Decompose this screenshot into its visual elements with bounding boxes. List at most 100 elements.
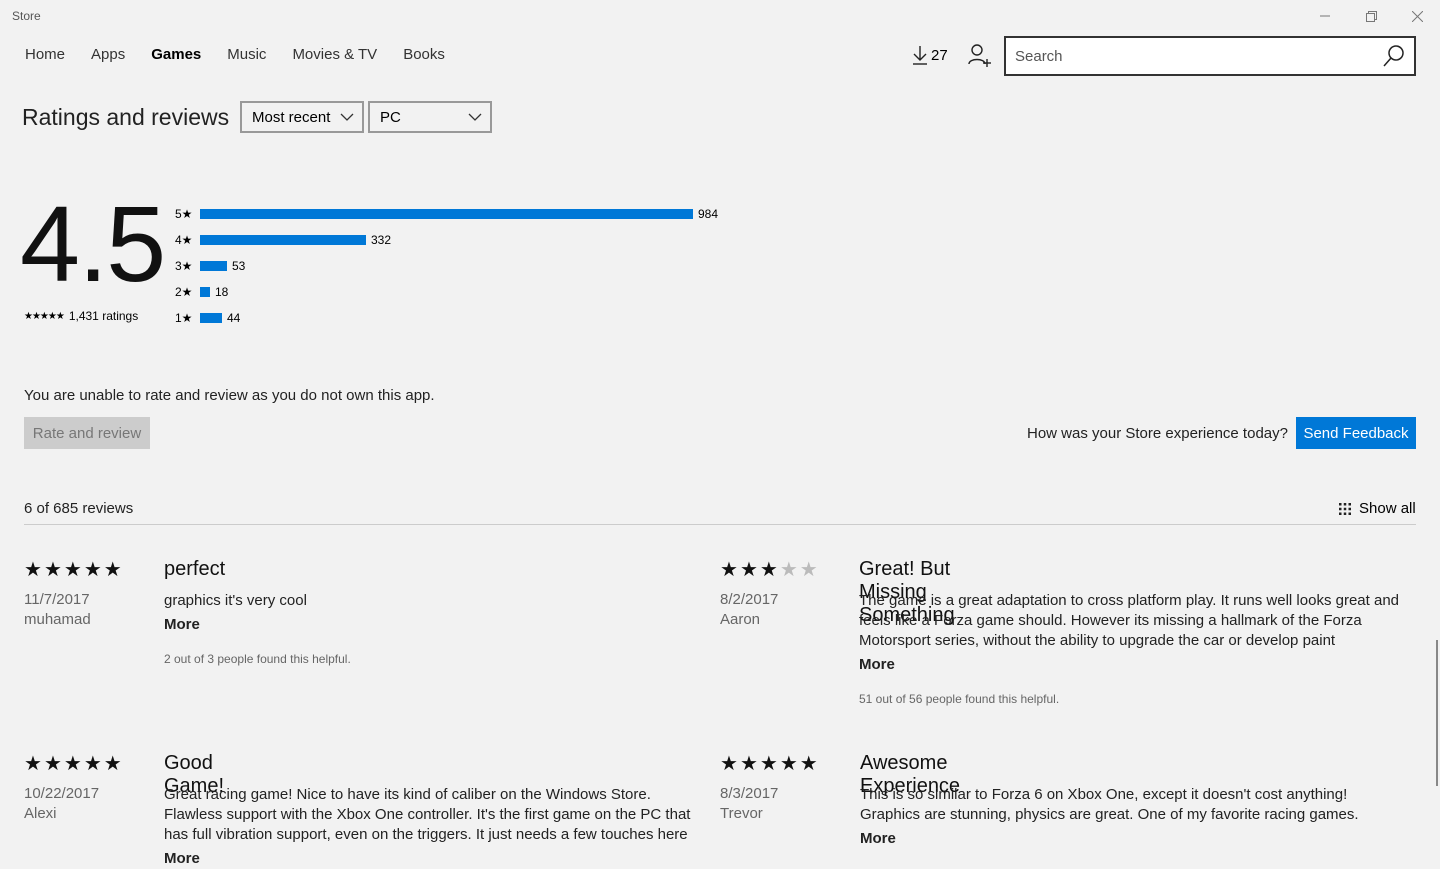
review-body: graphics it's very cool bbox=[164, 592, 307, 609]
star-filled-icon: ★ bbox=[63, 753, 84, 775]
rating-bar-label: 1★ bbox=[175, 311, 193, 325]
more-link[interactable]: More bbox=[860, 829, 1400, 849]
sort-dropdown[interactable]: Most recent bbox=[240, 101, 364, 133]
review-body: The game is a great adaptation to cross … bbox=[859, 592, 1399, 649]
close-icon bbox=[1411, 10, 1423, 22]
nav-apps[interactable]: Apps bbox=[91, 46, 125, 63]
downloads-button[interactable]: 27 bbox=[912, 45, 948, 65]
title-bar: Store bbox=[0, 0, 1440, 32]
star-filled-icon: ★ bbox=[103, 753, 124, 775]
section-title: Ratings and reviews bbox=[22, 104, 230, 130]
star-filled-icon: ★ bbox=[43, 753, 64, 775]
more-link[interactable]: More bbox=[859, 655, 1399, 675]
rating-bar-count: 18 bbox=[215, 285, 229, 299]
downloads-count: 27 bbox=[931, 46, 948, 64]
search-input[interactable] bbox=[1006, 38, 1366, 74]
chevron-down-icon bbox=[340, 113, 354, 121]
review-date: 8/3/2017 bbox=[720, 785, 779, 802]
close-button[interactable] bbox=[1394, 0, 1440, 32]
rating-summary: ★★★★★ 1,431 ratings bbox=[24, 309, 138, 323]
review-body-block: graphics it's very cool More 2 out of 3 … bbox=[164, 591, 709, 669]
star-filled-icon: ★ bbox=[24, 559, 44, 581]
star-filled-icon: ★ bbox=[759, 753, 780, 775]
star-filled-icon: ★ bbox=[720, 559, 740, 581]
show-all-button[interactable]: Show all bbox=[1338, 500, 1416, 517]
rating-bar-label: 5★ bbox=[175, 207, 193, 221]
main-nav: Home Apps Games Music Movies & TV Books bbox=[25, 46, 445, 63]
rating-bar bbox=[200, 209, 693, 219]
rate-review-button[interactable]: Rate and review bbox=[24, 417, 150, 449]
star-filled-icon: ★ bbox=[739, 753, 760, 775]
review-body: This is so similar to Forza 6 on Xbox On… bbox=[860, 786, 1359, 823]
star-filled-icon: ★ bbox=[779, 753, 800, 775]
rating-bar bbox=[200, 261, 227, 271]
search-icon[interactable] bbox=[1382, 44, 1406, 68]
rating-bar bbox=[200, 235, 366, 245]
review-card: ★★★★★ 11/7/2017 muhamad perfect graphics… bbox=[24, 558, 351, 666]
rating-bar-row: 5★ 984 bbox=[175, 205, 718, 223]
review-stars: ★★★★★ bbox=[24, 560, 124, 580]
review-date: 8/2/2017 bbox=[720, 591, 779, 608]
star-filled-icon: ★ bbox=[83, 753, 104, 775]
rating-bar bbox=[200, 313, 222, 323]
star-filled-icon: ★ bbox=[24, 753, 44, 775]
nav-music[interactable]: Music bbox=[227, 46, 266, 63]
nav-books[interactable]: Books bbox=[403, 46, 445, 63]
more-link[interactable]: More bbox=[164, 849, 709, 869]
review-card: ★★★★★ 8/3/2017 Trevor Awesome Experience… bbox=[720, 752, 1359, 847]
minimize-button[interactable] bbox=[1302, 0, 1348, 32]
star-filled-icon: ★ bbox=[739, 559, 760, 581]
divider bbox=[24, 524, 1416, 525]
review-author: Alexi bbox=[24, 805, 57, 822]
feedback-question: How was your Store experience today? bbox=[1027, 425, 1288, 442]
star-empty-icon: ★ bbox=[779, 559, 800, 581]
review-author: Aaron bbox=[720, 611, 761, 628]
rating-bar-label: 3★ bbox=[175, 259, 193, 273]
nav-movies-tv[interactable]: Movies & TV bbox=[292, 46, 377, 63]
grid-icon bbox=[1339, 502, 1351, 515]
review-card: ★★★★★ 10/22/2017 Alexi Good Game! Great … bbox=[24, 752, 690, 867]
review-date: 10/22/2017 bbox=[24, 785, 100, 802]
review-stars: ★★★★★ bbox=[720, 754, 820, 774]
average-rating: 4.5 bbox=[20, 183, 166, 304]
search-box bbox=[1004, 36, 1416, 76]
review-card: ★★★★★ 8/2/2017 Aaron Great! But Missing … bbox=[720, 558, 1399, 706]
helpful-count: 2 out of 3 people found this helpful. bbox=[164, 652, 351, 666]
rating-bar-row: 1★ 44 bbox=[175, 309, 240, 327]
rating-bar-count: 44 bbox=[227, 311, 241, 325]
rating-bar-count: 332 bbox=[371, 233, 392, 247]
helpful-count: 51 out of 56 people found this helpful. bbox=[859, 692, 1060, 706]
platform-dropdown[interactable]: PC bbox=[368, 101, 492, 133]
rating-total: 1,431 ratings bbox=[68, 309, 139, 323]
scrollbar[interactable] bbox=[1436, 640, 1438, 786]
rating-bar-label: 4★ bbox=[175, 233, 193, 247]
platform-value: PC bbox=[380, 108, 401, 126]
restore-button[interactable] bbox=[1348, 0, 1394, 32]
review-stars: ★★★★★ bbox=[24, 754, 124, 774]
rating-bar-count: 984 bbox=[698, 207, 719, 221]
star-filled-icon: ★ bbox=[43, 559, 64, 581]
show-all-label: Show all bbox=[1359, 500, 1416, 517]
rating-bar-row: 4★ 332 bbox=[175, 231, 391, 249]
send-feedback-button[interactable]: Send Feedback bbox=[1296, 417, 1416, 449]
review-title: perfect bbox=[164, 558, 226, 580]
nav-games[interactable]: Games bbox=[151, 46, 201, 63]
review-body-block: The game is a great adaptation to cross … bbox=[859, 591, 1399, 709]
star-filled-icon: ★ bbox=[103, 559, 124, 581]
account-button[interactable] bbox=[968, 43, 992, 69]
star-filled-icon: ★ bbox=[83, 559, 104, 581]
rating-bar-count: 53 bbox=[232, 259, 246, 273]
review-author: Trevor bbox=[720, 805, 763, 822]
download-icon bbox=[913, 46, 927, 65]
review-count: 6 of 685 reviews bbox=[24, 500, 134, 517]
rating-bar-label: 2★ bbox=[175, 285, 193, 299]
rating-bar-row: 3★ 53 bbox=[175, 257, 245, 275]
rating-bar bbox=[200, 287, 210, 297]
restore-icon bbox=[1365, 10, 1377, 22]
review-body: Great racing game! Nice to have its kind… bbox=[164, 786, 691, 843]
review-author: muhamad bbox=[24, 611, 91, 628]
nav-home[interactable]: Home bbox=[25, 46, 65, 63]
more-link[interactable]: More bbox=[164, 615, 709, 635]
star-filled-icon: ★ bbox=[720, 753, 740, 775]
star-filled-icon: ★ bbox=[63, 559, 84, 581]
